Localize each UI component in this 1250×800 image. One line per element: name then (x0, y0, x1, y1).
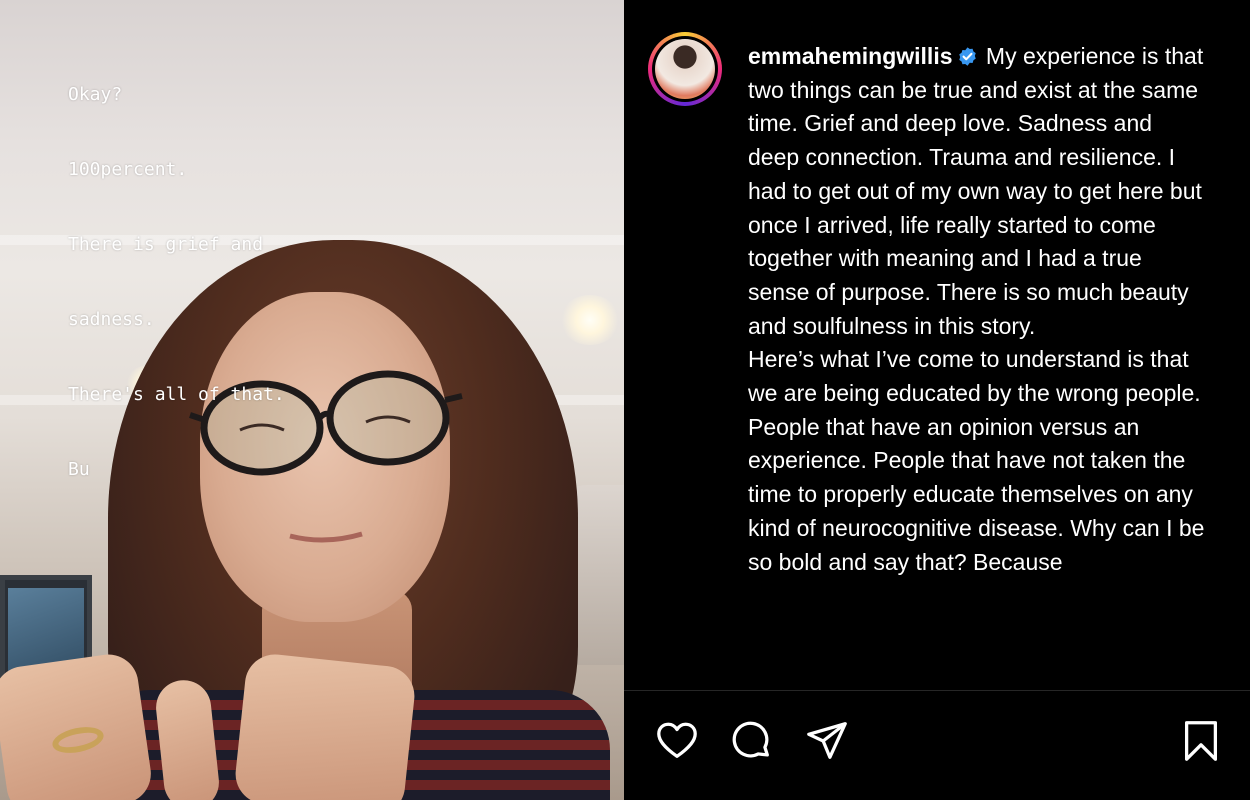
heart-icon (657, 722, 697, 758)
caption-text: My experience is that two things can be … (748, 43, 1204, 339)
share-button[interactable] (804, 718, 850, 764)
bookmark-icon (1184, 721, 1218, 761)
right-hand (232, 651, 418, 800)
username-link[interactable]: emmahemingwillis (748, 43, 953, 69)
share-icon (807, 722, 847, 759)
comment-button[interactable] (728, 718, 774, 764)
story-text-line: There is grief and (68, 234, 264, 255)
caption-paragraph: emmahemingwillis My experience is that t… (748, 40, 1208, 343)
story-text-line: Okay? (68, 84, 123, 105)
story-text-line: 100percent. (68, 159, 188, 180)
story-video-frame[interactable]: Okay? 100percent. There is grief and sad… (0, 0, 624, 800)
post-caption: emmahemingwillis My experience is that t… (748, 40, 1208, 579)
caption-text: Here’s what I’ve come to understand is t… (748, 346, 1205, 575)
story-text-line: sadness. (68, 309, 155, 330)
verified-badge-icon (957, 43, 978, 66)
caption-paragraph: Here’s what I’ve come to understand is t… (748, 343, 1208, 579)
avatar-photo (655, 39, 715, 99)
divider (624, 690, 1250, 691)
ceiling-light (560, 295, 620, 345)
comment-icon (732, 721, 769, 758)
avatar[interactable] (648, 32, 722, 106)
like-button[interactable] (654, 718, 700, 764)
story-text-overlay: Okay? 100percent. There is grief and sad… (68, 32, 428, 532)
post-caption-panel: emmahemingwillis My experience is that t… (624, 0, 1250, 800)
story-text-line: There's all of that. (68, 384, 285, 405)
left-hand (0, 650, 155, 800)
story-text-line: Bu (68, 459, 90, 480)
save-button[interactable] (1178, 718, 1224, 764)
avatar-border (652, 36, 718, 102)
